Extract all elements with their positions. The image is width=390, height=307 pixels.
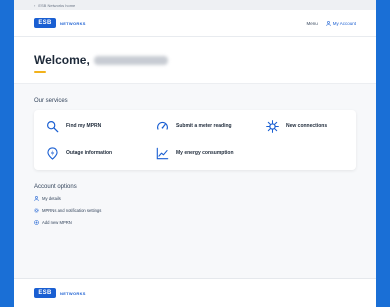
energy-chart-icon [156,147,169,160]
footer-logo-mark: ESB [34,288,56,298]
service-label: My energy consumption [176,150,234,157]
welcome-heading: Welcome, [34,53,356,67]
welcome-greeting: Welcome, [34,53,90,67]
logo-mark: ESB [34,18,56,28]
footer-logo-text: NETWORKS [60,290,86,296]
redacted-user-name [93,55,168,65]
site-footer: ESB NETWORKS [14,278,376,307]
services-card: Find my MPRN Submit a meter reading New … [34,110,356,170]
service-label: Find my MPRN [66,123,102,130]
service-new-connections[interactable]: New connections [266,120,366,133]
account-item-add-mprn[interactable]: Add new MPRN [34,220,356,225]
my-account-label: My Account [332,20,356,26]
header-actions: Menu My Account [306,21,356,26]
settings-icon [34,208,39,213]
user-icon [325,20,331,26]
logo-text: NETWORKS [60,20,86,26]
service-label: Submit a meter reading [176,123,232,130]
back-arrow-icon[interactable]: ‹ [34,3,35,8]
account-item-label: Add new MPRN [42,220,72,225]
welcome-banner: Welcome, [14,37,376,84]
welcome-underline [34,71,46,73]
service-find-mprn[interactable]: Find my MPRN [46,120,156,133]
service-energy-consumption[interactable]: My energy consumption [156,147,266,160]
meter-icon [157,121,168,130]
service-submit-meter-reading[interactable]: Submit a meter reading [156,120,266,133]
back-link[interactable]: ESB Networks home [38,3,75,8]
account-options-title: Account options [34,184,77,190]
account-item-label: My details [42,196,61,201]
service-outage-information[interactable]: Outage information [46,147,156,160]
outage-icon [47,147,58,160]
my-account-link[interactable]: My Account [325,20,356,26]
service-label: Outage information [66,150,113,157]
account-item-label: MPRNs and notification settings [42,208,102,213]
site-header: ESB NETWORKS Menu My Account [14,10,376,37]
account-item-mprn-settings[interactable]: MPRNs and notification settings [34,208,356,213]
top-strip: ‹ ESB Networks home [14,0,376,10]
account-options: Account options My details MPRNs and not… [14,184,376,225]
user-icon [34,196,39,201]
add-icon [34,220,39,225]
footer-logo[interactable]: ESB NETWORKS [34,288,86,298]
brand-logo[interactable]: ESB NETWORKS [34,18,86,28]
app-frame: ‹ ESB Networks home ESB NETWORKS Menu My… [14,0,376,307]
menu-link[interactable]: Menu [306,21,317,26]
services-title: Our services [34,98,68,104]
service-label: New connections [286,123,328,130]
account-item-my-details[interactable]: My details [34,196,356,201]
connections-icon [266,120,279,133]
search-icon [47,121,59,133]
